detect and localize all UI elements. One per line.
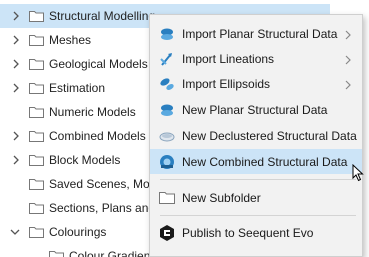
chevron-right-icon[interactable] (10, 154, 22, 166)
menu-item-import-planar-structural-data[interactable]: Import Planar Structural Data (150, 21, 362, 46)
context-menu: Import Planar Structural Data Import Lin… (149, 14, 363, 257)
tree-item-label: Structural Modelling (49, 9, 156, 23)
menu-separator (160, 179, 356, 180)
declustered-structural-icon (158, 127, 176, 145)
tree-item-label: Numeric Models (49, 105, 136, 119)
tree-item-label: Block Models (49, 153, 121, 167)
menu-item-label: Publish to Seequent Evo (182, 225, 314, 240)
combined-structural-icon (158, 153, 176, 171)
tree-item-label: Colourings (49, 225, 107, 239)
chevron-right-icon[interactable] (10, 130, 22, 142)
menu-item-import-ellipsoids[interactable]: Import Ellipsoids (150, 71, 362, 96)
menu-item-label: New Subfolder (182, 190, 261, 205)
folder-icon (29, 82, 44, 94)
folder-icon (29, 10, 44, 22)
menu-item-label: Import Planar Structural Data (182, 26, 338, 41)
submenu-arrow-icon (344, 79, 352, 89)
tree-item-label: Estimation (49, 81, 106, 95)
folder-icon (29, 202, 44, 214)
folder-icon (29, 154, 44, 166)
chevron-right-icon[interactable] (10, 10, 22, 22)
tree-item-label: Combined Models (49, 129, 146, 143)
menu-item-new-combined-structural-data[interactable]: New Combined Structural Data (150, 149, 362, 174)
menu-item-new-subfolder[interactable]: New Subfolder (150, 185, 362, 210)
menu-item-label: New Declustered Structural Data (182, 128, 357, 143)
planar-structural-new-icon (158, 101, 176, 119)
menu-item-label: Import Lineations (182, 51, 275, 66)
chevron-right-icon[interactable] (10, 58, 22, 70)
submenu-arrow-icon (344, 29, 352, 39)
seequent-evo-icon (158, 224, 176, 242)
folder-icon (29, 58, 44, 70)
menu-item-new-planar-structural-data[interactable]: New Planar Structural Data (150, 97, 362, 122)
ellipsoids-import-icon (158, 75, 176, 93)
folder-icon (29, 226, 44, 238)
tree-item-label: Meshes (49, 33, 92, 47)
folder-icon (29, 130, 44, 142)
planar-structural-import-icon (158, 25, 176, 43)
lineations-import-icon (158, 50, 176, 68)
folder-icon (49, 250, 64, 257)
menu-item-import-lineations[interactable]: Import Lineations (150, 46, 362, 71)
menu-separator (160, 215, 356, 216)
chevron-right-icon[interactable] (10, 34, 22, 46)
chevron-down-icon[interactable] (9, 226, 21, 238)
menu-item-label: Import Ellipsoids (182, 76, 271, 91)
menu-item-new-declustered-structural-data[interactable]: New Declustered Structural Data (150, 123, 362, 148)
submenu-arrow-icon (344, 54, 352, 64)
menu-item-label: New Planar Structural Data (182, 102, 328, 117)
folder-icon (29, 106, 44, 118)
menu-item-label: New Combined Structural Data (182, 154, 348, 169)
tree-item-label: Geological Models (49, 57, 148, 71)
chevron-right-icon[interactable] (10, 82, 22, 94)
folder-icon (158, 189, 176, 207)
menu-item-publish-to-seequent-evo[interactable]: Publish to Seequent Evo (150, 220, 362, 245)
folder-icon (29, 178, 44, 190)
mouse-cursor-icon (352, 163, 364, 182)
tree-item-label: Sections, Plans and (49, 201, 156, 215)
tree-item-label: Colour Gradients (69, 249, 160, 257)
tree-item-label: Saved Scenes, Mov (49, 177, 156, 191)
folder-icon (29, 34, 44, 46)
